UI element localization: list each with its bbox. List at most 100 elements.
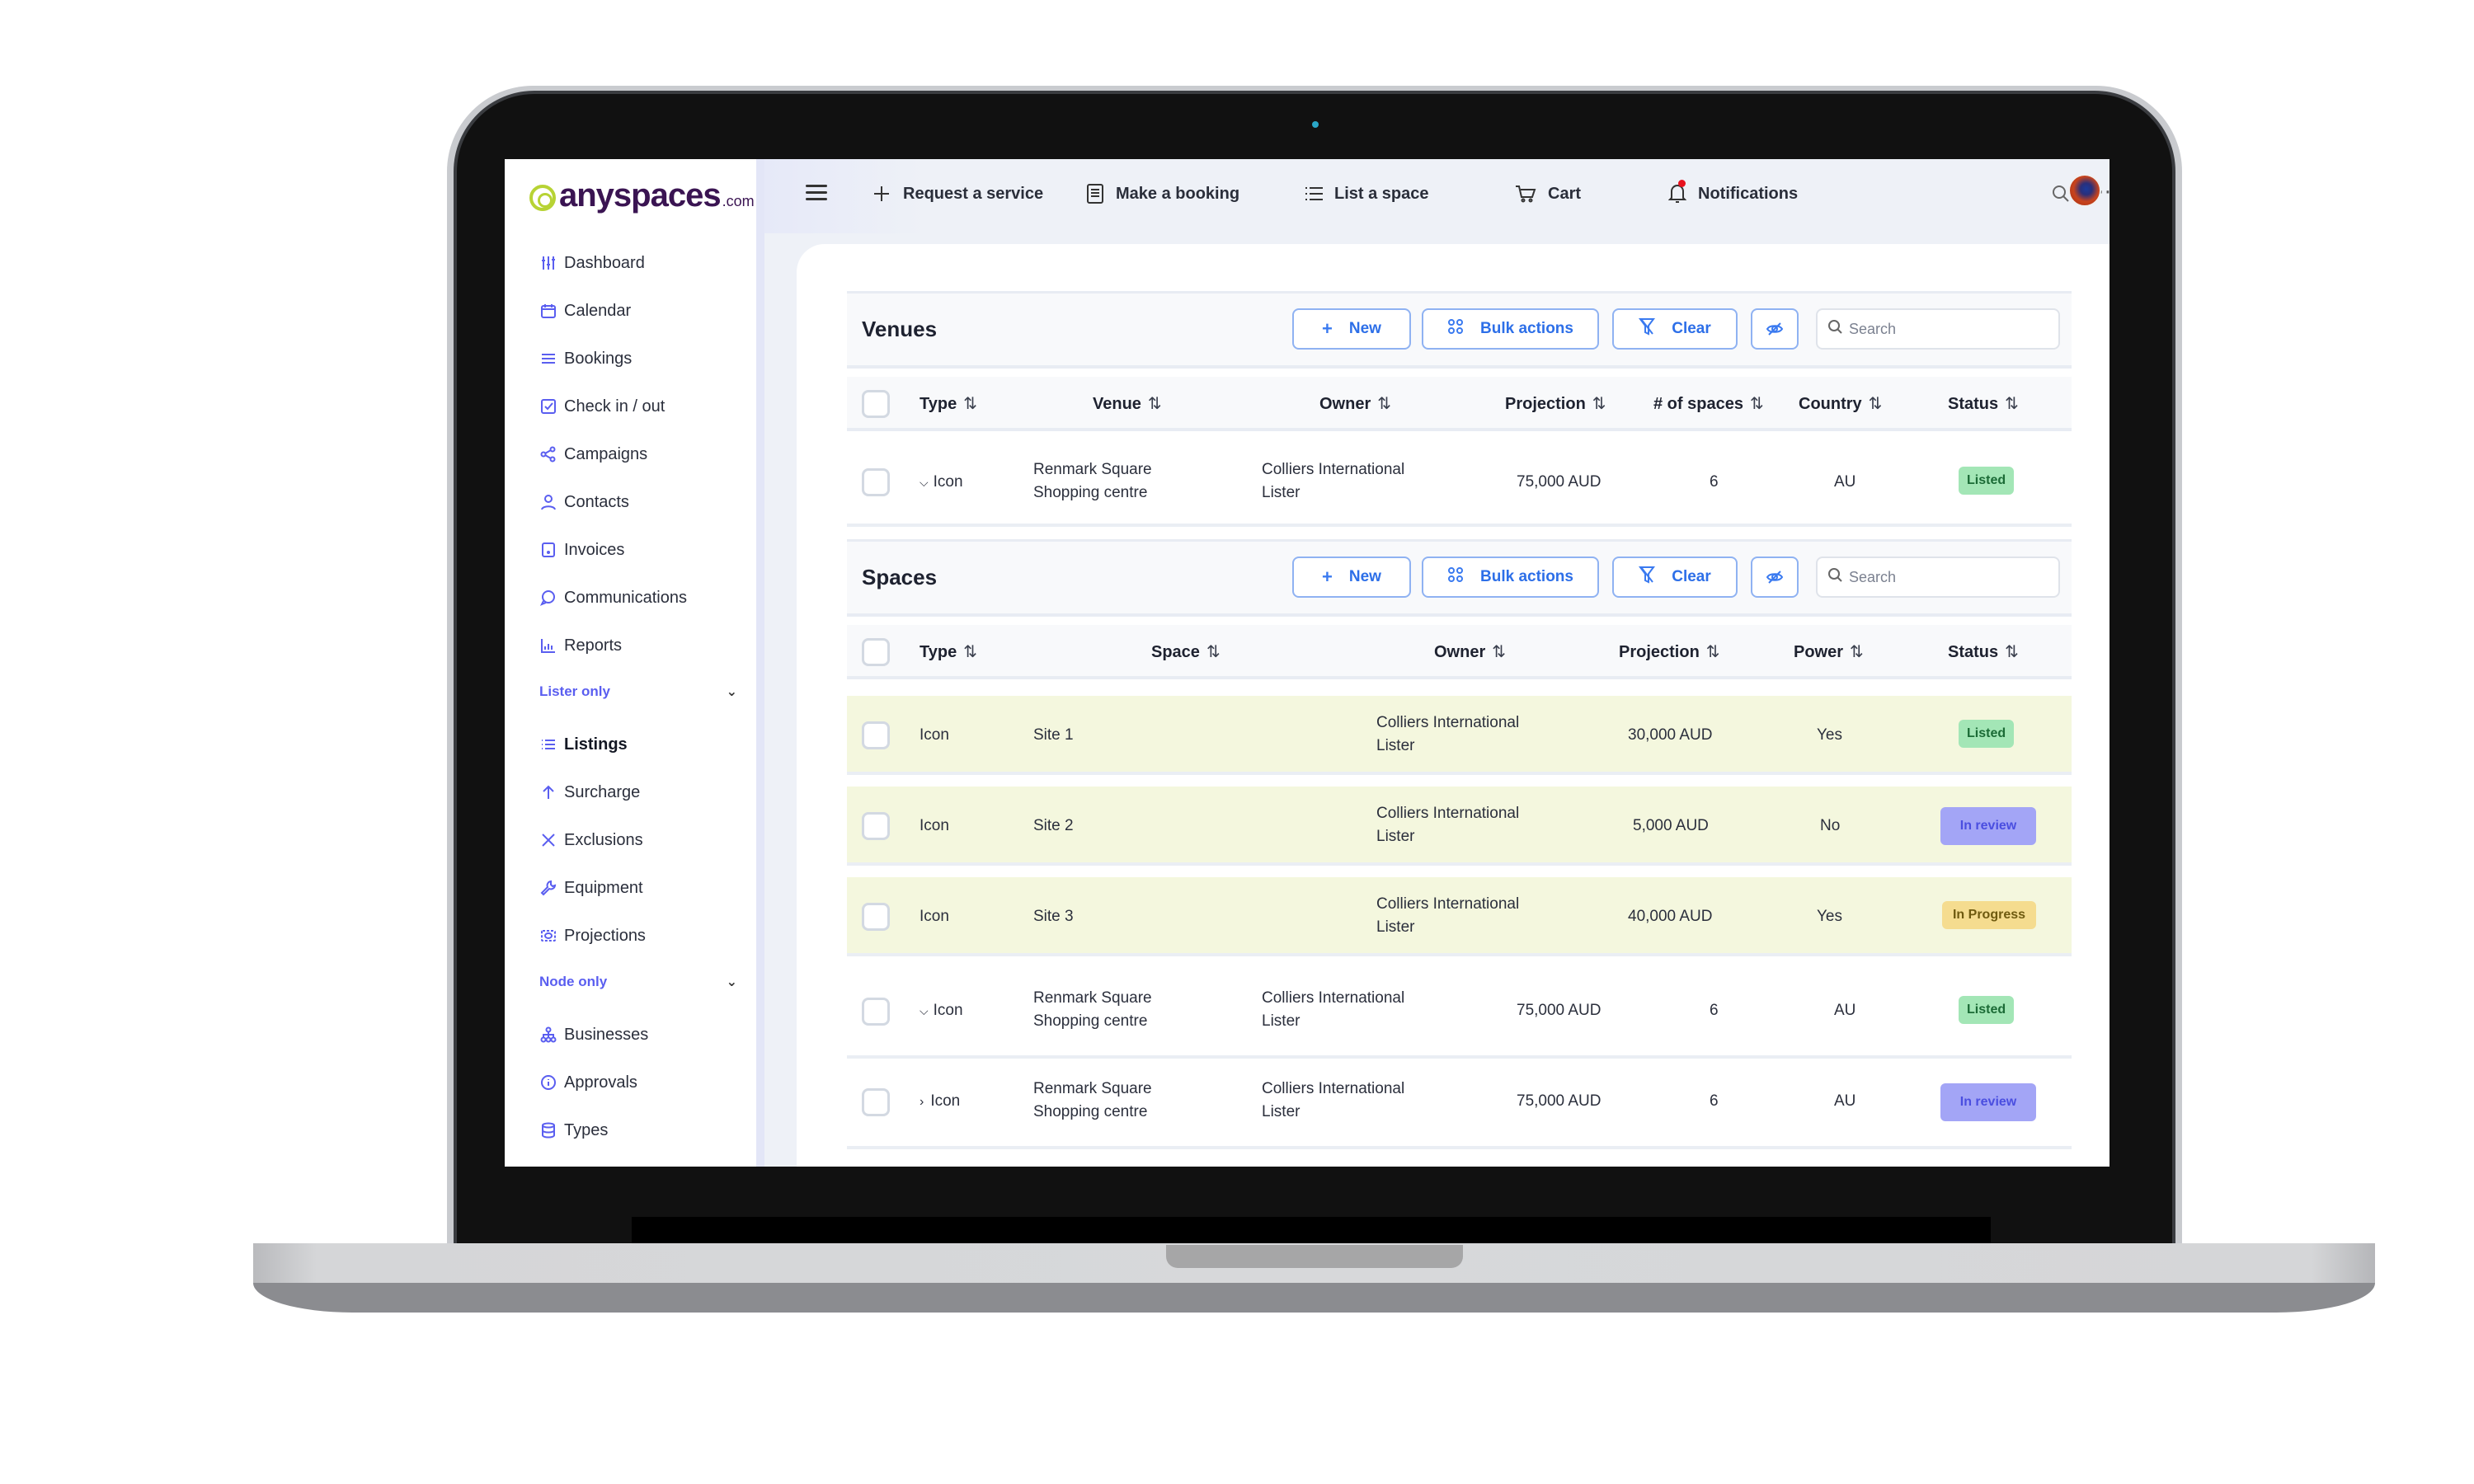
- sidebar-item-exclusions[interactable]: Exclusions: [539, 824, 643, 857]
- user-avatar[interactable]: [2068, 174, 2101, 207]
- sidebar-item-contacts[interactable]: Contacts: [539, 486, 629, 519]
- menu-toggle-button[interactable]: [806, 181, 827, 205]
- sidebar-item-check-in-out[interactable]: Check in / out: [539, 390, 665, 423]
- sort-icon[interactable]: ⇅: [2005, 395, 2019, 413]
- column-header-type[interactable]: Type ⇅: [920, 641, 977, 662]
- spaces-bulk-actions-button[interactable]: Bulk actions: [1422, 556, 1599, 598]
- column-header-owner[interactable]: Owner ⇅: [1319, 393, 1391, 414]
- sort-icon[interactable]: ⇅: [1850, 643, 1864, 661]
- sort-icon[interactable]: ⇅: [963, 643, 977, 661]
- eye-off-icon: [1766, 571, 1784, 584]
- x-icon: [539, 831, 557, 849]
- row-checkbox[interactable]: [862, 721, 890, 749]
- column-header-country[interactable]: Country ⇅: [1799, 393, 1882, 414]
- sort-icon[interactable]: ⇅: [963, 395, 977, 413]
- row-checkbox[interactable]: [862, 1088, 890, 1116]
- sort-icon[interactable]: ⇅: [1148, 395, 1162, 413]
- cart-button[interactable]: Cart: [1515, 177, 1581, 210]
- row-checkbox[interactable]: [862, 903, 890, 931]
- column-header-power[interactable]: Power ⇅: [1794, 641, 1864, 662]
- section-lister-only[interactable]: Lister only ⌄: [539, 683, 737, 700]
- sidebar-item-invoices[interactable]: Invoices: [539, 533, 624, 566]
- sidebar-item-surcharge[interactable]: Surcharge: [539, 776, 640, 809]
- projection-cell: 75,000 AUD: [1517, 1092, 1602, 1110]
- brand-logo[interactable]: anyspaces .com: [529, 177, 755, 214]
- request-service-button[interactable]: Request a service: [872, 177, 1043, 210]
- sort-icon[interactable]: ⇅: [1592, 395, 1606, 413]
- notifications-button[interactable]: Notifications: [1668, 177, 1798, 210]
- venues-search-input[interactable]: Search: [1816, 308, 2060, 350]
- sidebar-item-approvals[interactable]: Approvals: [539, 1066, 637, 1099]
- list-space-button[interactable]: List a space: [1305, 177, 1429, 210]
- row-checkbox[interactable]: [862, 468, 890, 496]
- table-row[interactable]: Icon Site 2 Colliers International Lister…: [847, 787, 2072, 866]
- venues-bulk-actions-button[interactable]: Bulk actions: [1422, 308, 1599, 350]
- spaces-clear-button[interactable]: Clear: [1612, 556, 1738, 598]
- sort-icon[interactable]: ⇅: [1377, 395, 1391, 413]
- sidebar-item-communications[interactable]: Communications: [539, 581, 687, 614]
- table-row[interactable]: Icon Site 1 Colliers International Lister…: [847, 696, 2072, 775]
- sidebar-item-types[interactable]: Types: [539, 1114, 608, 1147]
- table-row[interactable]: Icon Site 3 Colliers International Lister…: [847, 877, 2072, 956]
- select-all-checkbox[interactable]: [862, 638, 890, 666]
- owner-role: Lister: [1262, 1103, 1300, 1120]
- sort-icon[interactable]: ⇅: [1492, 643, 1506, 661]
- owner-role: Lister: [1262, 1012, 1300, 1030]
- column-header-projection[interactable]: Projection ⇅: [1505, 393, 1606, 414]
- table-row[interactable]: ⌵ Icon Renmark Square Shopping centre Coll…: [847, 968, 2072, 1059]
- column-header-space[interactable]: Space ⇅: [1151, 641, 1221, 662]
- sidebar-item-dashboard[interactable]: Dashboard: [539, 247, 645, 279]
- column-header-spaces[interactable]: # of spaces ⇅: [1653, 393, 1764, 414]
- sidebar-item-calendar[interactable]: Calendar: [539, 294, 631, 327]
- owner-cell: Colliers International Lister: [1262, 1078, 1404, 1124]
- table-row[interactable]: › Icon Renmark Square Shopping centre Coll…: [847, 1059, 2072, 1149]
- sidebar-item-businesses[interactable]: Businesses: [539, 1018, 648, 1051]
- venue-subname: Shopping centre: [1033, 484, 1148, 501]
- venue-name: Renmark Square: [1033, 989, 1152, 1007]
- venues-new-button[interactable]: + New: [1292, 308, 1411, 350]
- spaces-hide-columns-button[interactable]: [1751, 556, 1799, 598]
- sort-icon[interactable]: ⇅: [1206, 643, 1221, 661]
- column-header-owner[interactable]: Owner ⇅: [1434, 641, 1506, 662]
- sort-icon[interactable]: ⇅: [1869, 395, 1883, 413]
- spaces-new-button[interactable]: + New: [1292, 556, 1411, 598]
- owner-name: Colliers International: [1262, 989, 1405, 1007]
- table-row[interactable]: ⌵ Icon Renmark Square Shopping centre Coll…: [847, 438, 2072, 527]
- bar-chart-icon: [539, 636, 557, 655]
- column-header-venue[interactable]: Venue ⇅: [1093, 393, 1162, 414]
- column-label: # of spaces: [1653, 395, 1743, 413]
- sort-icon[interactable]: ⇅: [1706, 643, 1720, 661]
- chevron-down-icon[interactable]: ⌄: [727, 683, 737, 700]
- venues-hide-columns-button[interactable]: [1751, 308, 1799, 350]
- sidebar-item-label: Contacts: [564, 492, 629, 511]
- venues-clear-button[interactable]: Clear: [1612, 308, 1738, 350]
- column-header-status[interactable]: Status ⇅: [1948, 393, 2019, 414]
- column-header-type[interactable]: Type ⇅: [920, 393, 977, 414]
- sidebar-item-listings[interactable]: Listings: [539, 728, 628, 761]
- expand-chevron-right-icon[interactable]: ›: [920, 1095, 924, 1109]
- owner-role: Lister: [1376, 918, 1415, 936]
- spaces-search-input[interactable]: Search: [1816, 556, 2060, 598]
- type-cell: Icon: [920, 726, 949, 744]
- row-checkbox[interactable]: [862, 812, 890, 840]
- chevron-down-icon[interactable]: ⌄: [727, 974, 737, 990]
- sort-icon[interactable]: ⇅: [1750, 395, 1764, 413]
- sort-icon[interactable]: ⇅: [2005, 643, 2019, 661]
- sidebar-item-equipment[interactable]: Equipment: [539, 871, 643, 904]
- section-node-only[interactable]: Node only ⌄: [539, 974, 737, 990]
- select-all-checkbox[interactable]: [862, 390, 890, 418]
- row-checkbox[interactable]: [862, 998, 890, 1026]
- make-booking-button[interactable]: Make a booking: [1086, 177, 1239, 210]
- sidebar-item-projections[interactable]: Projections: [539, 919, 646, 952]
- column-header-projection[interactable]: Projection ⇅: [1619, 641, 1720, 662]
- owner-name: Colliers International: [1376, 714, 1520, 731]
- bulk-actions-label: Bulk actions: [1480, 568, 1573, 585]
- arrow-up-icon: [539, 783, 557, 801]
- sidebar-item-reports[interactable]: Reports: [539, 629, 622, 662]
- sidebar-item-campaigns[interactable]: Campaigns: [539, 438, 647, 471]
- expand-chevron-icon[interactable]: ⌵: [920, 476, 929, 489]
- owner-role: Lister: [1262, 484, 1300, 501]
- column-header-status[interactable]: Status ⇅: [1948, 641, 2019, 662]
- expand-chevron-icon[interactable]: ⌵: [920, 1004, 929, 1017]
- sidebar-item-bookings[interactable]: Bookings: [539, 342, 632, 375]
